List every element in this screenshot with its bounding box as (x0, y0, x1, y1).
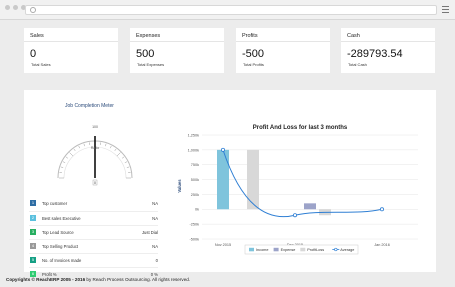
gauge-value-label: Ratio (91, 146, 99, 150)
gauge-tick (126, 166, 130, 168)
hamburger-menu-icon[interactable] (442, 6, 449, 13)
card-value: -500 (242, 48, 265, 60)
card-value: -289793.54 (347, 48, 403, 60)
y-tick-label: 750k (191, 163, 199, 167)
legend-swatch (249, 247, 254, 252)
gauge-tick (105, 143, 107, 147)
y-tick-label: 500k (191, 178, 199, 182)
item-value: NA (152, 244, 158, 249)
card-label: Total Sales (31, 62, 51, 67)
cash-card: Cash -289793.54 Total Cash (341, 28, 435, 73)
average-point[interactable] (379, 207, 384, 212)
gauge-tick (60, 166, 64, 168)
average-line (222, 149, 383, 218)
footer-copyright: Copyrights © ReachERP 2005 - 2016 by Rea… (6, 277, 190, 282)
card-label: Total Profits (243, 62, 264, 67)
card-title: Profits (242, 33, 258, 39)
summary-list: 1 Top customer NA 2 Best sales Executive NA … (29, 197, 158, 281)
gauge-tick (121, 156, 125, 159)
window-controls (5, 5, 26, 10)
y-tick-label: 0k (195, 208, 199, 212)
item-label: Top Selling Product (42, 244, 79, 249)
card-title: Expenses (136, 33, 161, 39)
item-label: No. of Invoices made (42, 258, 82, 263)
gauge-tick (73, 148, 76, 152)
bar-profitloss[interactable] (247, 149, 259, 210)
list-item: 3 Top Lead Source Just Dial (29, 225, 158, 239)
window-dot[interactable] (5, 5, 10, 10)
gauge-min-label: 0 (94, 181, 96, 185)
gauge-tick (83, 143, 85, 147)
list-item: 1 Top customer NA (29, 197, 158, 211)
legend-label[interactable]: Expense (281, 248, 296, 252)
profit-loss-chart: Profit And Loss for last 3 months Values… (177, 125, 418, 255)
expenses-card: Expenses 500 Total Expenses (130, 28, 224, 73)
gauge-tick (114, 148, 117, 152)
legend-swatch (334, 247, 338, 252)
gauge-tick (78, 145, 81, 149)
item-label: Top Lead Source (42, 230, 74, 235)
average-point[interactable] (293, 213, 298, 218)
profits-card: Profits -500 Total Profits (236, 28, 330, 73)
address-bar[interactable] (25, 5, 437, 15)
gauge-tick (116, 152, 121, 157)
y-tick-label: 250k (191, 193, 199, 197)
chart-title: Profit And Loss for last 3 months (253, 125, 348, 131)
legend-swatch (273, 247, 279, 252)
item-value: NA (152, 201, 158, 206)
item-number: 3 (30, 229, 36, 235)
item-label: Top customer (42, 201, 68, 206)
gauge-tick (69, 152, 74, 157)
window-dot[interactable] (13, 5, 18, 10)
list-item: 2 Best sales Executive NA (29, 211, 158, 225)
average-point[interactable] (221, 147, 226, 152)
y-tick-label: -500k (190, 237, 200, 241)
legend-label[interactable]: Income (256, 248, 268, 252)
gauge-tick (124, 161, 128, 164)
item-value: NA (152, 216, 158, 221)
x-tick-label: Jan 2016 (374, 243, 390, 247)
bar-expense[interactable] (304, 203, 316, 210)
list-item: 4 Top Selling Product NA (29, 239, 158, 253)
item-number: 5 (30, 257, 36, 263)
item-value: Just Dial (141, 230, 158, 235)
job-completion-gauge: Ratio 100 0 (57, 125, 133, 186)
legend-label[interactable]: Average (340, 248, 354, 252)
y-tick-label: 1,250k (188, 133, 200, 137)
page-info-icon (30, 7, 36, 13)
y-tick-label: 1,000k (188, 148, 200, 152)
y-axis-label: Values (177, 179, 182, 193)
card-value: 0 (30, 48, 37, 60)
x-tick-label: Nov 2015 (215, 243, 231, 247)
item-number: 4 (30, 243, 36, 249)
card-title: Sales (30, 33, 44, 39)
footer-bold: Copyrights © ReachERP 2005 - 2016 (6, 277, 86, 282)
list-item: 5 No. of Invoices made 0 (29, 253, 158, 267)
y-tick-label: -250k (190, 223, 200, 227)
bar-income[interactable] (217, 149, 229, 210)
item-value: 0 (155, 258, 158, 263)
footer-rest: by Reach Process Outsourcing. All rights… (85, 277, 191, 282)
browser-toolbar (0, 0, 455, 20)
sales-card: Sales 0 Total Sales (24, 28, 118, 73)
item-number: 2 (30, 215, 36, 221)
meter-title: Job Completion Meter (65, 103, 114, 109)
item-label: Best sales Executive (42, 216, 81, 221)
legend-label[interactable]: ProfitLoss (307, 248, 324, 252)
card-label: Total Expenses (137, 62, 165, 67)
gauge-tick (65, 156, 69, 159)
gauge-max-label: 100 (92, 125, 98, 129)
gauge-tick (62, 161, 66, 164)
legend-swatch (300, 247, 306, 252)
card-value: 500 (136, 48, 155, 60)
card-label: Total Cash (348, 62, 367, 67)
gauge-tick (109, 145, 112, 149)
card-title: Cash (347, 33, 360, 39)
item-number: 1 (30, 200, 36, 206)
